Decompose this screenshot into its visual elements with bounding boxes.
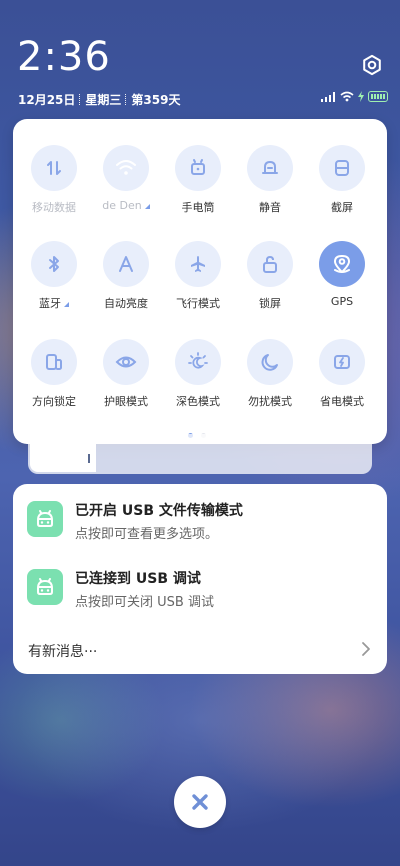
wifi-icon xyxy=(116,160,136,175)
airplane-icon xyxy=(191,256,205,272)
mute-bell-icon xyxy=(262,161,278,174)
gear-icon[interactable] xyxy=(361,54,383,76)
tile-bluetooth[interactable]: 蓝牙 xyxy=(19,241,89,311)
more-options-icon[interactable] xyxy=(64,301,69,307)
system-icons xyxy=(321,91,388,102)
tile-label: 飞行模式 xyxy=(176,297,220,310)
tile-battery-saver[interactable]: 省电模式 xyxy=(307,339,377,409)
eye-icon xyxy=(115,356,137,368)
tile-label: 方向锁定 xyxy=(32,395,76,408)
more-messages-link[interactable]: 有新消息··· xyxy=(28,641,97,661)
more-options-icon[interactable] xyxy=(144,203,150,209)
tile-do-not-disturb[interactable]: 勿扰模式 xyxy=(235,339,305,409)
mobile-data-icon xyxy=(47,161,61,175)
tile-flashlight[interactable]: 手电筒 xyxy=(163,145,233,215)
flashlight-icon xyxy=(191,159,205,175)
screenshot-icon xyxy=(335,160,349,176)
quick-settings-panel: 移动数据 de Den 手电筒 静音 截屏 蓝牙 自动亮度 飞行模式 锁屏 GP… xyxy=(13,119,387,444)
clear-all-button[interactable] xyxy=(174,776,226,828)
moon-icon xyxy=(261,354,278,371)
tile-label: 勿扰模式 xyxy=(248,395,292,408)
wifi-icon xyxy=(340,91,354,102)
bluetooth-icon xyxy=(49,256,59,272)
tile-label: 截屏 xyxy=(331,201,353,214)
tile-eye-care[interactable]: 护眼模式 xyxy=(91,339,161,409)
rotation-lock-icon xyxy=(46,354,62,370)
tile-label: GPS xyxy=(330,295,354,308)
tile-auto-brightness[interactable]: 自动亮度 xyxy=(91,241,161,311)
tile-screenshot[interactable]: 截屏 xyxy=(307,145,377,215)
chevron-right-icon[interactable] xyxy=(359,640,373,658)
battery-icon xyxy=(368,91,388,102)
tile-label: 深色模式 xyxy=(176,395,220,408)
separator xyxy=(125,94,127,105)
stacked-card[interactable] xyxy=(28,434,372,474)
signal-icon xyxy=(321,91,335,102)
notification-subtitle: 点按即可查看更多选项。 xyxy=(75,527,219,542)
tile-label: 护眼模式 xyxy=(104,395,148,408)
dark-mode-icon xyxy=(188,352,208,369)
notification-title: 已连接到 USB 调试 xyxy=(75,571,201,587)
charging-icon xyxy=(358,91,364,102)
clock: 2:36 xyxy=(17,34,111,80)
tile-airplane[interactable]: 飞行模式 xyxy=(163,241,233,311)
weekday: 星期三 xyxy=(85,93,122,107)
tile-label: 移动数据 xyxy=(32,201,76,214)
tile-rotation-lock[interactable]: 方向锁定 xyxy=(19,339,89,409)
tile-label: 省电模式 xyxy=(320,395,364,408)
separator xyxy=(79,94,81,105)
notification-usb-debug[interactable]: 已连接到 USB 调试 点按即可关闭 USB 调试 xyxy=(27,566,367,610)
tile-label: 静音 xyxy=(259,201,281,214)
tile-lock-screen[interactable]: 锁屏 xyxy=(235,241,305,311)
date: 12月25日 xyxy=(18,93,76,107)
tile-label: 蓝牙 xyxy=(19,295,89,311)
notification-usb-transfer[interactable]: 已开启 USB 文件传输模式 点按即可查看更多选项。 xyxy=(27,498,367,542)
tile-mobile-data[interactable]: 移动数据 xyxy=(19,145,89,215)
status-bar: 2:36 12月25日 星期三 第359天 xyxy=(0,0,400,115)
location-icon xyxy=(334,255,350,273)
tile-mute[interactable]: 静音 xyxy=(235,145,305,215)
notification-title: 已开启 USB 文件传输模式 xyxy=(75,503,243,519)
tile-gps[interactable]: GPS xyxy=(307,241,377,308)
tile-label: de Den xyxy=(91,199,161,212)
android-icon xyxy=(27,569,63,605)
tile-label: 手电筒 xyxy=(181,201,215,214)
tile-wifi[interactable]: de Den xyxy=(91,145,161,212)
tile-dark-mode[interactable]: 深色模式 xyxy=(163,339,233,409)
notification-panel: 已开启 USB 文件传输模式 点按即可查看更多选项。 已连接到 USB 调试 点… xyxy=(13,484,387,674)
notification-subtitle: 点按即可关闭 USB 调试 xyxy=(75,595,214,610)
date-row: 12月25日 星期三 第359天 xyxy=(18,91,180,108)
tile-label: 自动亮度 xyxy=(104,297,148,310)
lock-icon xyxy=(263,255,277,273)
tile-label: 锁屏 xyxy=(259,297,281,310)
battery-saver-icon xyxy=(334,355,350,369)
close-icon xyxy=(192,794,208,810)
android-icon xyxy=(27,501,63,537)
day-of-year: 第359天 xyxy=(131,93,181,107)
auto-brightness-icon xyxy=(119,256,133,272)
